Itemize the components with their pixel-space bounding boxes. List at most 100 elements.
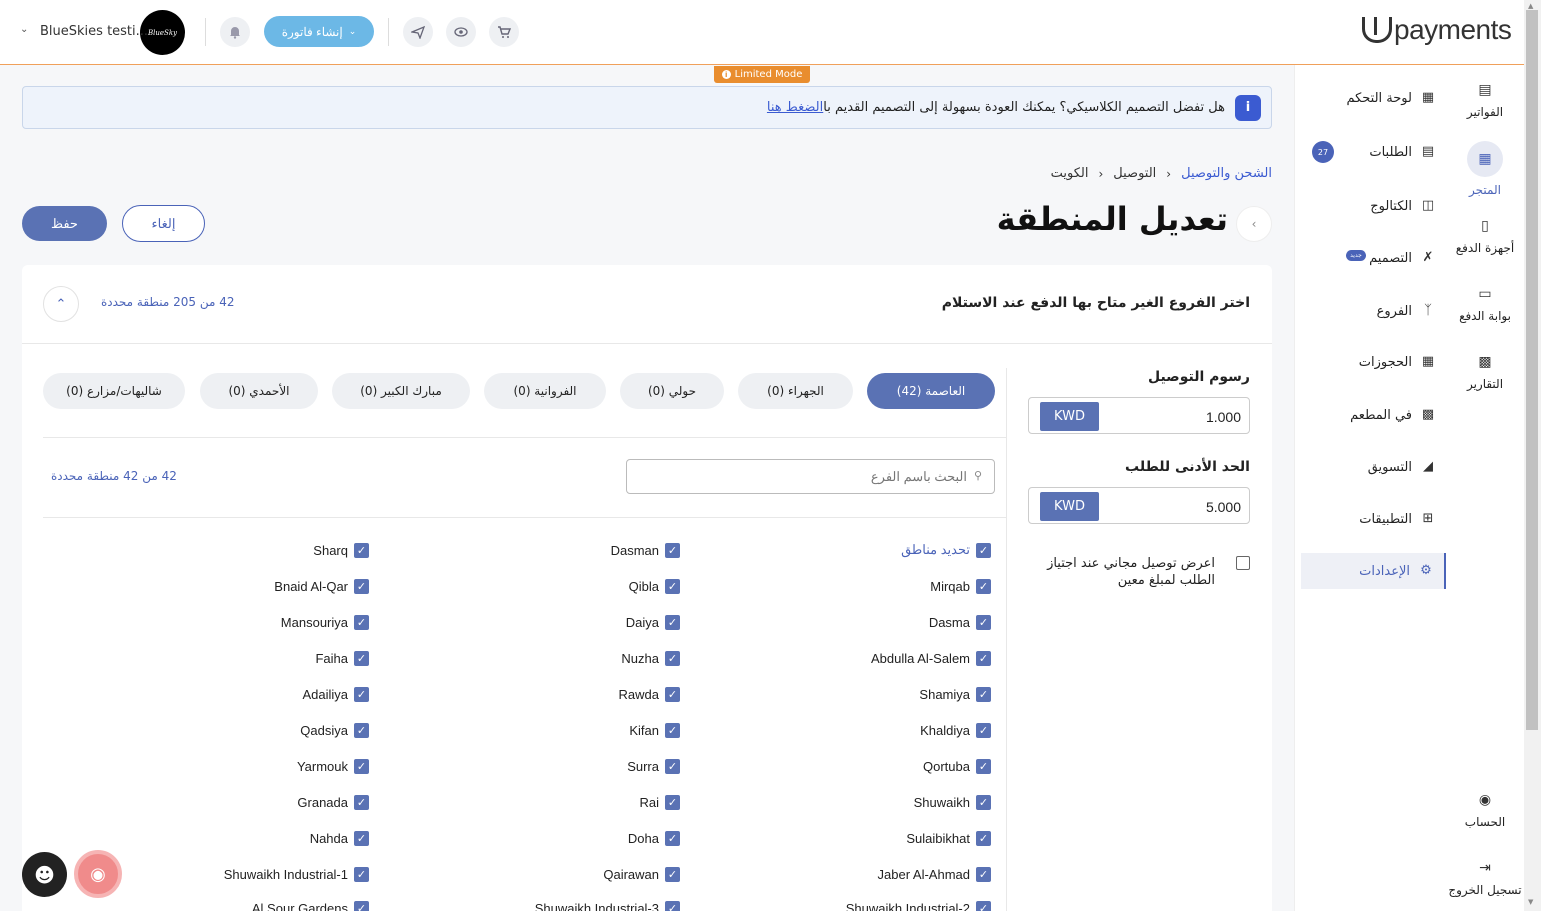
scroll-down-icon[interactable]: ▼ xyxy=(1528,898,1533,906)
area-row[interactable]: Nahda ✓ xyxy=(109,829,369,847)
area-row[interactable]: Qibla ✓ xyxy=(420,577,680,595)
eye-icon[interactable] xyxy=(446,17,476,47)
checkbox-checked-icon[interactable]: ✓ xyxy=(976,866,991,882)
menu-item-catalog[interactable]: الكتالوج ◫ xyxy=(1296,188,1436,224)
area-row[interactable]: Mansouriya ✓ xyxy=(109,613,369,631)
checkbox-checked-icon[interactable]: ✓ xyxy=(976,578,991,594)
area-row[interactable]: Qadsiya ✓ xyxy=(109,721,369,739)
area-row[interactable]: Shuwaikh Industrial-2 ✓ xyxy=(731,899,991,911)
area-row[interactable]: Al Sour Gardens ✓ xyxy=(109,899,369,911)
area-row[interactable]: Adailiya ✓ xyxy=(109,685,369,703)
checkbox-checked-icon[interactable]: ✓ xyxy=(976,900,991,911)
checkbox-checked-icon[interactable]: ✓ xyxy=(976,650,991,666)
select-all-row[interactable]: تحديد مناطق ✓ xyxy=(731,541,991,559)
area-row[interactable]: Yarmouk ✓ xyxy=(109,757,369,775)
notification-fab[interactable]: ◉ xyxy=(74,850,122,898)
checkbox-checked-icon[interactable]: ✓ xyxy=(354,686,369,702)
area-row[interactable]: Shuwaikh Industrial-1 ✓ xyxy=(109,865,369,883)
area-row[interactable]: Shamiya ✓ xyxy=(731,685,991,703)
checkbox-checked-icon[interactable]: ✓ xyxy=(354,650,369,666)
back-button[interactable]: ‹ xyxy=(1236,206,1272,242)
scrollbar-thumb[interactable] xyxy=(1526,10,1538,730)
chevron-down-icon[interactable]: ⌄ xyxy=(20,24,28,35)
menu-item-apps[interactable]: التطبيقات ⊞ xyxy=(1296,501,1436,537)
menu-item-dashboard[interactable]: لوحة التحكم ▦ xyxy=(1296,80,1436,116)
checkbox-checked-icon[interactable]: ✓ xyxy=(354,794,369,810)
cart-icon[interactable] xyxy=(489,17,519,47)
rail-item-account[interactable]: ◉ الحساب xyxy=(1446,791,1524,829)
area-row[interactable]: Qortuba ✓ xyxy=(731,757,991,775)
checkbox-checked-icon[interactable]: ✓ xyxy=(665,830,680,846)
area-row[interactable]: Sharq ✓ xyxy=(109,541,369,559)
checkbox-checked-icon[interactable]: ✓ xyxy=(665,794,680,810)
area-row[interactable]: Sulaibikhat ✓ xyxy=(731,829,991,847)
area-row[interactable]: Daiya ✓ xyxy=(420,613,680,631)
checkbox-checked-icon[interactable]: ✓ xyxy=(665,614,680,630)
create-invoice-button[interactable]: إنشاء فاتورة ⌄ xyxy=(264,16,374,47)
area-row[interactable]: Doha ✓ xyxy=(420,829,680,847)
area-row[interactable]: Jaber Al-Ahmad ✓ xyxy=(731,865,991,883)
checkbox-checked-icon[interactable]: ✓ xyxy=(976,614,991,630)
checkbox-checked-icon[interactable]: ✓ xyxy=(354,900,369,911)
checkbox-checked-icon[interactable]: ✓ xyxy=(665,686,680,702)
area-row[interactable]: Shuwaikh ✓ xyxy=(731,793,991,811)
area-row[interactable]: Dasma ✓ xyxy=(731,613,991,631)
scroll-up-icon[interactable]: ▲ xyxy=(1528,2,1533,10)
breadcrumb-shipping[interactable]: الشحن والتوصيل xyxy=(1181,166,1272,181)
menu-item-marketing[interactable]: التسويق ◢ xyxy=(1296,449,1436,485)
rail-item-invoices[interactable]: ▤ الفواتير xyxy=(1446,81,1524,119)
rail-item-pos[interactable]: ▯ أجهزة الدفع xyxy=(1446,217,1524,255)
area-row[interactable]: Abdulla Al-Salem ✓ xyxy=(731,649,991,667)
checkbox-checked-icon[interactable]: ✓ xyxy=(665,722,680,738)
area-row[interactable]: Khaldiya ✓ xyxy=(731,721,991,739)
send-icon[interactable] xyxy=(403,17,433,47)
rail-item-store[interactable]: ▦ المتجر xyxy=(1446,141,1524,197)
checkbox-checked-icon[interactable]: ✓ xyxy=(976,542,991,558)
store-name[interactable]: BlueSkies testi... xyxy=(40,24,148,39)
checkbox-checked-icon[interactable]: ✓ xyxy=(665,758,680,774)
checkbox-checked-icon[interactable]: ✓ xyxy=(976,794,991,810)
checkbox-checked-icon[interactable]: ✓ xyxy=(976,686,991,702)
checkbox-checked-icon[interactable]: ✓ xyxy=(354,542,369,558)
checkbox-checked-icon[interactable]: ✓ xyxy=(665,866,680,882)
checkbox-checked-icon[interactable]: ✓ xyxy=(665,900,680,911)
scrollbar[interactable]: ▲ ▼ xyxy=(1524,0,1541,911)
checkbox-checked-icon[interactable]: ✓ xyxy=(354,830,369,846)
area-row[interactable]: Shuwaikh Industrial-3 ✓ xyxy=(420,899,680,911)
area-row[interactable]: Kifan ✓ xyxy=(420,721,680,739)
area-row[interactable]: Faiha ✓ xyxy=(109,649,369,667)
area-row[interactable]: Granada ✓ xyxy=(109,793,369,811)
area-row[interactable]: Nuzha ✓ xyxy=(420,649,680,667)
rail-item-logout[interactable]: ⇥ تسجيل الخروج xyxy=(1446,859,1524,897)
checkbox-checked-icon[interactable]: ✓ xyxy=(976,722,991,738)
area-row[interactable]: Surra ✓ xyxy=(420,757,680,775)
menu-item-branches[interactable]: الفروع ᛉ xyxy=(1296,293,1436,329)
menu-item-bookings[interactable]: الحجوزات ▦ xyxy=(1296,344,1436,380)
breadcrumb-delivery[interactable]: التوصيل xyxy=(1113,166,1156,181)
bell-icon[interactable] xyxy=(220,17,250,47)
rail-item-gateway[interactable]: ▭ بوابة الدفع xyxy=(1446,285,1524,323)
area-row[interactable]: Bnaid Al-Qar ✓ xyxy=(109,577,369,595)
checkbox-checked-icon[interactable]: ✓ xyxy=(976,830,991,846)
menu-item-design[interactable]: التصميم ✗ xyxy=(1296,240,1436,276)
save-button[interactable]: حفظ xyxy=(22,206,107,241)
checkbox-checked-icon[interactable]: ✓ xyxy=(354,578,369,594)
checkbox-checked-icon[interactable]: ✓ xyxy=(354,866,369,882)
cancel-button[interactable]: إلغاء xyxy=(122,205,205,242)
checkbox-checked-icon[interactable]: ✓ xyxy=(354,614,369,630)
checkbox-checked-icon[interactable]: ✓ xyxy=(665,542,680,558)
checkbox-checked-icon[interactable]: ✓ xyxy=(665,650,680,666)
area-row[interactable]: Rawda ✓ xyxy=(420,685,680,703)
notice-link[interactable]: الضغط هنا xyxy=(767,100,823,115)
area-row[interactable]: Dasman ✓ xyxy=(420,541,680,559)
area-row[interactable]: Rai ✓ xyxy=(420,793,680,811)
chatbot-button[interactable]: ☻ xyxy=(22,852,67,897)
checkbox-checked-icon[interactable]: ✓ xyxy=(354,722,369,738)
area-row[interactable]: Qairawan ✓ xyxy=(420,865,680,883)
checkbox-checked-icon[interactable]: ✓ xyxy=(665,578,680,594)
checkbox-checked-icon[interactable]: ✓ xyxy=(354,758,369,774)
menu-item-dine-in[interactable]: في المطعم ▩ xyxy=(1296,397,1436,433)
area-row[interactable]: Mirqab ✓ xyxy=(731,577,991,595)
payments-logo[interactable]: payments xyxy=(1362,14,1512,46)
rail-item-reports[interactable]: ▩ التقارير xyxy=(1446,353,1524,391)
